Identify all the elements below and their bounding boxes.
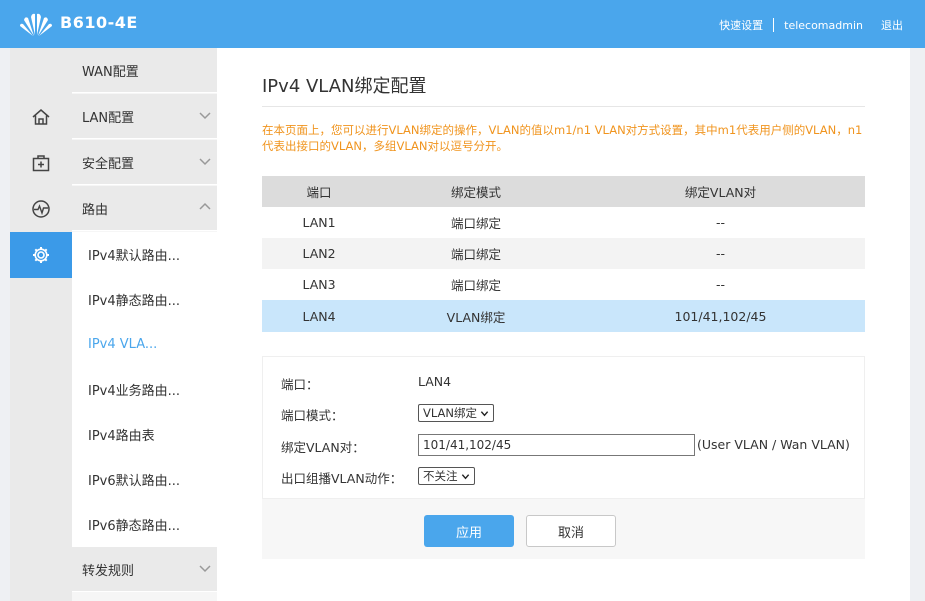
submenu-ipv4-route-table[interactable]: IPv4路由表 bbox=[72, 412, 217, 457]
vlan-pair-hint: (User VLAN / Wan VLAN) bbox=[697, 437, 850, 452]
port-mode-selected: VLAN绑定 bbox=[423, 406, 478, 420]
menu-item-wan[interactable]: WAN配置 bbox=[72, 48, 217, 93]
menu-item-lan[interactable]: LAN配置 bbox=[72, 94, 217, 139]
cell-mode: VLAN绑定 bbox=[446, 309, 506, 325]
side-menu: WAN配置 LAN配置 安全配置 路由 IPv4默认路由... IPv4静态路由… bbox=[72, 48, 217, 601]
chevron-down-icon bbox=[199, 112, 211, 120]
form-fields-panel: 端口： LAN4 端口模式： VLAN绑定 绑定VLAN对： 101/41,10… bbox=[262, 356, 865, 499]
quick-setup-link[interactable]: 快速设置 bbox=[719, 17, 763, 33]
port-label: 端口： bbox=[281, 377, 319, 392]
first-aid-icon bbox=[32, 155, 50, 172]
huawei-logo-icon bbox=[20, 13, 52, 36]
menu-item-security[interactable]: 安全配置 bbox=[72, 140, 217, 185]
submenu-ipv4-service-route[interactable]: IPv4业务路由... bbox=[72, 367, 217, 412]
submenu-ipv4-default-route[interactable]: IPv4默认路由... bbox=[72, 232, 217, 277]
header-divider bbox=[773, 18, 775, 32]
header-links: 快速设置 telecomadmin 退出 bbox=[719, 17, 903, 33]
multicast-vlan-action-label: 出口组播VLAN动作： bbox=[281, 471, 403, 486]
chevron-down-icon bbox=[480, 410, 489, 416]
menu-item-route[interactable]: 路由 bbox=[72, 186, 217, 231]
apply-button[interactable]: 应用 bbox=[424, 515, 514, 547]
table-row[interactable]: LAN2 端口绑定 -- bbox=[262, 238, 865, 269]
cell-port: LAN4 bbox=[302, 308, 336, 324]
table-row[interactable]: LAN3 端口绑定 -- bbox=[262, 269, 865, 300]
menu-item-label: 安全配置 bbox=[82, 156, 135, 172]
chevron-up-icon bbox=[199, 202, 211, 210]
rail-advanced[interactable] bbox=[10, 232, 80, 278]
multicast-vlan-action-select[interactable]: 不关注 bbox=[418, 467, 475, 485]
cancel-button[interactable]: 取消 bbox=[526, 515, 616, 547]
menu-item-label: WAN配置 bbox=[82, 64, 139, 80]
cell-vlan-pair: -- bbox=[715, 277, 726, 292]
column-header-mode: 绑定模式 bbox=[450, 185, 501, 200]
vlan-binding-table: 端口 绑定模式 绑定VLAN对 LAN1 端口绑定 -- LAN2 端口绑定 -… bbox=[262, 176, 865, 332]
home-icon bbox=[32, 109, 50, 125]
submenu-ipv6-static-route[interactable]: IPv6静态路由... bbox=[72, 502, 217, 547]
chevron-down-icon bbox=[199, 158, 211, 166]
vlan-pair-input[interactable]: 101/41,102/45 bbox=[418, 434, 695, 456]
cell-mode: 端口绑定 bbox=[450, 216, 501, 231]
cell-vlan-pair: 101/41,102/45 bbox=[674, 308, 767, 324]
page-notice: 在本页面上，您可以进行VLAN绑定的操作，VLAN的值以m1/n1 VLAN对方… bbox=[262, 123, 863, 153]
binding-form: 端口： LAN4 端口模式： VLAN绑定 绑定VLAN对： 101/41,10… bbox=[262, 356, 865, 559]
user-name-link[interactable]: telecomadmin bbox=[784, 19, 863, 32]
cell-vlan-pair: -- bbox=[715, 246, 726, 261]
cell-port: LAN2 bbox=[302, 246, 336, 261]
column-header-port: 端口 bbox=[306, 185, 332, 200]
menu-item-label: 转发规则 bbox=[82, 563, 135, 579]
submenu-ipv4-static-route[interactable]: IPv4静态路由... bbox=[72, 277, 217, 322]
title-divider bbox=[262, 106, 865, 107]
main-content: IPv4 VLAN绑定配置 在本页面上，您可以进行VLAN绑定的操作，VLAN的… bbox=[217, 48, 910, 601]
port-mode-select[interactable]: VLAN绑定 bbox=[418, 404, 495, 422]
cell-mode: 端口绑定 bbox=[450, 247, 501, 262]
cell-mode: 端口绑定 bbox=[450, 278, 501, 293]
submenu-ipv6-default-route[interactable]: IPv6默认路由... bbox=[72, 457, 217, 502]
menu-item-label: 路由 bbox=[82, 202, 109, 218]
page-title: IPv4 VLAN绑定配置 bbox=[262, 76, 427, 97]
port-value: LAN4 bbox=[418, 374, 452, 389]
top-bar: B610-4E 快速设置 telecomadmin 退出 bbox=[0, 0, 925, 48]
icon-rail bbox=[10, 48, 80, 601]
pulse-icon bbox=[32, 200, 50, 218]
submenu-ipv4-vlan-binding[interactable]: IPv4 VLA... bbox=[72, 322, 217, 367]
chevron-down-icon bbox=[199, 565, 211, 573]
rail-diagnose[interactable] bbox=[10, 186, 72, 232]
table-header: 端口 绑定模式 绑定VLAN对 bbox=[262, 176, 865, 207]
port-mode-label: 端口模式： bbox=[281, 408, 344, 423]
chevron-down-icon bbox=[461, 473, 469, 479]
cell-vlan-pair: -- bbox=[715, 215, 726, 230]
logout-link[interactable]: 退出 bbox=[881, 17, 903, 33]
multicast-vlan-action-selected: 不关注 bbox=[423, 469, 458, 483]
rail-security[interactable] bbox=[10, 140, 72, 186]
gear-icon bbox=[33, 247, 49, 263]
menu-item-label: LAN配置 bbox=[82, 110, 135, 126]
cell-port: LAN1 bbox=[302, 215, 336, 230]
vlan-pair-label: 绑定VLAN对： bbox=[281, 440, 365, 455]
rail-home[interactable] bbox=[10, 94, 72, 140]
column-header-vlan-pair: 绑定VLAN对 bbox=[684, 185, 757, 200]
device-model: B610-4E bbox=[60, 13, 138, 32]
table-row[interactable]: LAN1 端口绑定 -- bbox=[262, 207, 865, 238]
cell-port: LAN3 bbox=[302, 277, 336, 292]
menu-item-forward-rules[interactable]: 转发规则 bbox=[72, 547, 217, 592]
table-row-selected[interactable]: LAN4 VLAN绑定 101/41,102/45 bbox=[262, 300, 865, 332]
